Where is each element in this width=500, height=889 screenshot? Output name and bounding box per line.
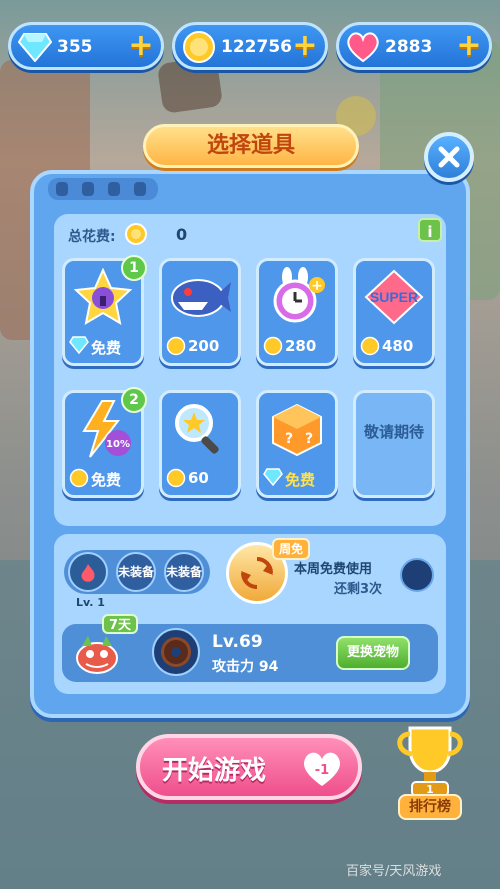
weekly-free-badge: 周免 [272,538,310,560]
close-icon [438,146,460,168]
skill-slots: 未装备 未装备 [64,550,210,594]
svg-text:+: + [311,278,323,294]
diamond-icon [69,336,89,358]
heart-cost-icon: -1 [300,750,344,786]
item-price: 60 [188,469,209,487]
coin-counter[interactable]: 122756 + [172,22,328,70]
item-price: 480 [382,337,414,355]
total-cost-label: 总花费: [68,229,116,245]
svg-text:?: ? [285,431,293,447]
item-count-badge: 2 [121,387,147,413]
item-count-badge: 1 [121,255,147,281]
pet-days-badge: 7天 [102,614,138,634]
add-hearts-button[interactable]: + [455,31,483,61]
heart-counter[interactable]: 2883 + [336,22,492,70]
item-clock-plus[interactable]: + 280 [256,258,338,366]
weekly-free-text: 本周免费使用 [294,562,373,577]
skill-slot-1[interactable] [68,552,108,592]
gem-counter[interactable]: 355 + [8,22,164,70]
coin-icon [181,29,217,65]
coin-icon [69,468,89,492]
item-price: 200 [188,337,220,355]
item-super[interactable]: SUPER 480 [353,258,435,366]
weekly-toggle[interactable] [400,558,434,592]
diamond-icon [263,468,283,490]
equipment-card: 未装备 未装备 Lv. 1 周免 本周免费使用 还剩3次 7天 Lv.69 攻击… [54,534,446,694]
diamond-icon [17,29,53,65]
heart-icon [345,29,381,65]
skill-level: Lv. 1 [76,596,105,609]
alarm-clock-icon: + [263,265,331,329]
pet-level: Lv.69 [212,632,263,652]
weekly-remaining: 还剩3次 [334,582,383,597]
coin-icon [360,336,380,360]
heart-cost: -1 [315,763,329,778]
item-coming-soon: 敬请期待 [353,390,435,498]
coin-count: 122756 [221,37,292,57]
items-area: 总花费: 0 i 免费 1 200 + 280 SUPER 480 10% 免费… [54,214,446,526]
panel-decoration [48,178,158,200]
shark-icon [166,265,234,329]
watermark: 百家号/天风游戏 [346,864,442,879]
add-coins-button[interactable]: + [291,31,319,61]
panel-title: 选择道具 [143,124,359,168]
total-cost-value: 0 [176,225,188,244]
info-button[interactable]: i [418,218,442,242]
item-mystery-box[interactable]: ?? 免费 [256,390,338,498]
bonus-text: 10% [106,439,130,450]
currency-bar: 355 + 122756 + 2883 + [8,22,492,74]
pet-bar: 7天 Lv.69 攻击力 94 更换宠物 [62,614,438,682]
change-pet-button[interactable]: 更换宠物 [336,636,410,670]
heart-count: 2883 [385,37,433,57]
item-price: 免费 [91,339,122,357]
add-gems-button[interactable]: + [127,31,155,61]
item-select-panel: 总花费: 0 i 免费 1 200 + 280 SUPER 480 10% 免费… [30,170,470,718]
item-star-lock[interactable]: 免费 1 [62,255,147,366]
donut-icon [152,628,200,676]
gem-count: 355 [57,37,93,57]
item-price: 免费 [285,471,316,489]
pet-attack: 攻击力 94 [212,659,279,675]
svg-text:?: ? [305,431,313,447]
coin-icon [124,222,148,250]
coin-icon [263,336,283,360]
coin-icon [166,336,186,360]
super-icon: SUPER [360,265,428,329]
close-button[interactable] [424,132,474,182]
coming-soon-label: 敬请期待 [363,423,424,441]
item-lightning[interactable]: 10% 免费 2 [62,387,147,498]
leaderboard-label: 排行榜 [398,794,462,820]
item-price: 免费 [91,471,122,489]
magnifier-icon [166,397,234,461]
start-game-button[interactable]: 开始游戏 -1 [136,734,362,800]
skill-slot-2[interactable]: 未装备 [116,552,156,592]
mystery-box-icon: ?? [263,397,331,461]
pet-icon[interactable] [72,632,122,676]
skill-slot-3[interactable]: 未装备 [164,552,204,592]
item-magnifier[interactable]: 60 [159,390,241,498]
item-shark[interactable]: 200 [159,258,241,366]
super-text: SUPER [370,289,418,305]
start-game-label: 开始游戏 [162,756,267,786]
item-price: 280 [285,337,317,355]
coin-icon [166,468,186,492]
